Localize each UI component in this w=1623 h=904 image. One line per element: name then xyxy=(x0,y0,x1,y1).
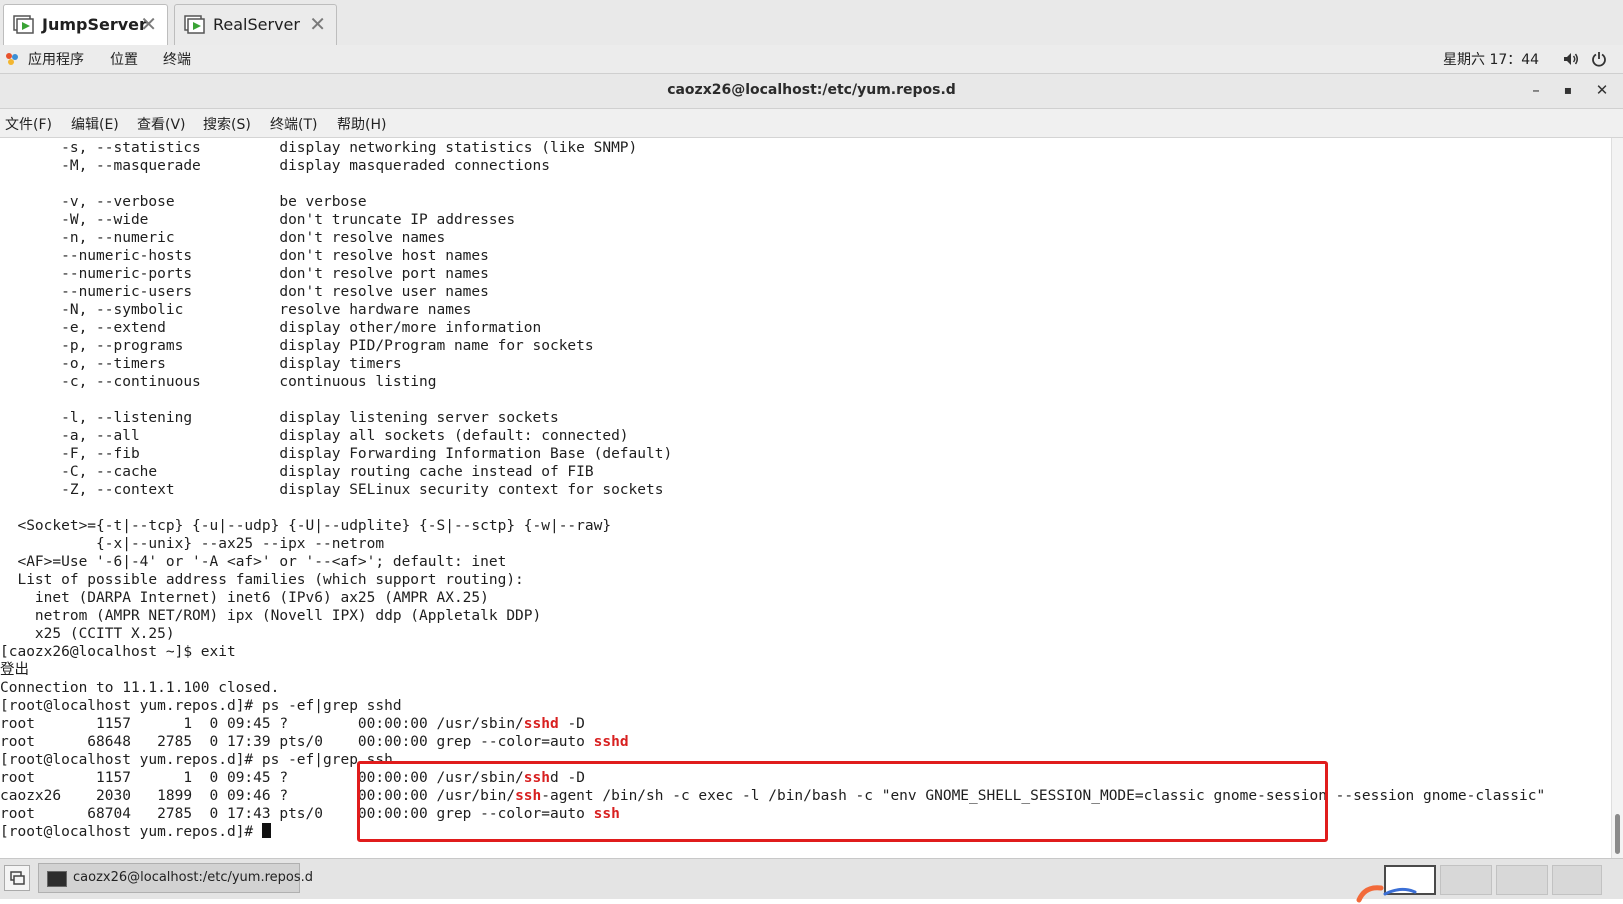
watermark-logo xyxy=(1356,885,1417,903)
grep-match-text: sshd xyxy=(523,716,559,732)
scrollbar-thumb[interactable] xyxy=(1615,814,1620,854)
clock[interactable]: 星期六 17：44 xyxy=(1443,49,1539,69)
terminal-line: [caozx26@localhost ~]$ exit xyxy=(0,644,236,660)
terminal-line: --numeric-ports don't resolve port names xyxy=(0,266,489,282)
close-icon[interactable]: ✕ xyxy=(309,12,326,36)
window-title: caozx26@localhost:/etc/yum.repos.d xyxy=(667,82,956,98)
workspace-4[interactable] xyxy=(1552,865,1602,895)
menu-places[interactable]: 位置 xyxy=(110,49,138,69)
terminal-line-rest: d -D xyxy=(550,770,585,786)
terminal-line: Connection to 11.1.1.100 closed. xyxy=(0,680,280,696)
terminal-line: root 1157 1 0 09:45 ? 00:00:00 /usr/sbin… xyxy=(0,716,524,732)
menu-view[interactable]: 查看(V) xyxy=(137,114,186,134)
menu-search[interactable]: 搜索(S) xyxy=(203,114,251,134)
terminal-line: -e, --extend display other/more informat… xyxy=(0,320,542,336)
power-icon[interactable] xyxy=(1591,51,1607,67)
grep-match-text: ssh xyxy=(593,806,620,822)
terminal-line: -c, --continuous continuous listing xyxy=(0,374,437,390)
workspace-3[interactable] xyxy=(1496,865,1548,895)
vm-icon xyxy=(184,15,205,34)
terminal-line: -Z, --context display SELinux security c… xyxy=(0,482,664,498)
terminal-output[interactable]: -s, --statistics display networking stat… xyxy=(0,138,1611,858)
menu-applications[interactable]: 应用程序 xyxy=(28,49,84,69)
terminal-line: -n, --numeric don't resolve names xyxy=(0,230,446,246)
terminal-line: -p, --programs display PID/Program name … xyxy=(0,338,594,354)
terminal-line: root 1157 1 0 09:45 ? 00:00:00 /usr/sbin… xyxy=(0,770,524,786)
show-desktop-button[interactable] xyxy=(4,865,30,891)
terminal-line: <Socket>={-t|--tcp} {-u|--udp} {-U|--udp… xyxy=(0,518,612,534)
vm-tab-realserver[interactable]: RealServer ✕ xyxy=(174,4,337,45)
grep-match-text: ssh xyxy=(523,770,550,786)
applications-icon xyxy=(6,53,18,65)
terminal-line: -W, --wide don't truncate IP addresses xyxy=(0,212,516,228)
vm-tab-label: JumpServer xyxy=(42,15,147,34)
menu-edit[interactable]: 编辑(E) xyxy=(71,114,119,134)
terminal-line: --numeric-hosts don't resolve host names xyxy=(0,248,489,264)
terminal-line: -o, --timers display timers xyxy=(0,356,402,372)
volume-icon[interactable] xyxy=(1563,51,1579,67)
menu-terminal-settings[interactable]: 终端(T) xyxy=(270,114,317,134)
vm-tab-jumpserver[interactable]: JumpServer ✕ xyxy=(3,4,168,45)
terminal-line: -C, --cache display routing cache instea… xyxy=(0,464,594,480)
show-desktop-icon xyxy=(10,871,25,885)
terminal-menu-bar: 文件(F) 编辑(E) 查看(V) 搜索(S) 终端(T) 帮助(H) xyxy=(0,109,1623,138)
terminal-line: -M, --masquerade display masqueraded con… xyxy=(0,158,550,174)
grep-match-text: ssh xyxy=(515,788,542,804)
taskbar-item-terminal[interactable]: caozx26@localhost:/etc/yum.repos.d xyxy=(38,863,313,893)
terminal-line: -l, --listening display listening server… xyxy=(0,410,559,426)
terminal-line: root 68648 2785 0 17:39 pts/0 00:00:00 g… xyxy=(0,734,594,750)
terminal-scrollbar[interactable] xyxy=(1611,138,1623,858)
terminal-line: <AF>=Use '-6|-4' or '-A <af>' or '--<af>… xyxy=(0,554,507,570)
vm-icon xyxy=(13,15,34,34)
terminal-line: inet (DARPA Internet) inet6 (IPv6) ax25 … xyxy=(0,590,489,606)
terminal-line: netrom (AMPR NET/ROM) ipx (Novell IPX) d… xyxy=(0,608,542,624)
terminal-line: [root@localhost yum.repos.d]# xyxy=(0,824,262,840)
terminal-cursor xyxy=(261,823,271,838)
workspace-2[interactable] xyxy=(1440,865,1492,895)
menu-terminal[interactable]: 终端 xyxy=(163,49,191,69)
terminal-line: List of possible address families (which… xyxy=(0,572,524,588)
terminal-line-rest: -D xyxy=(558,716,585,732)
taskbar-item-label: caozx26@localhost:/etc/yum.repos.d xyxy=(73,870,314,885)
terminal-line-rest: -agent /bin/sh -c exec -l /bin/bash -c "… xyxy=(541,788,1546,804)
menu-help[interactable]: 帮助(H) xyxy=(337,114,386,134)
terminal-line: -a, --all display all sockets (default: … xyxy=(0,428,629,444)
menu-file[interactable]: 文件(F) xyxy=(5,114,52,134)
terminal-line: --numeric-users don't resolve user names xyxy=(0,284,489,300)
terminal-line: -N, --symbolic resolve hardware names xyxy=(0,302,472,318)
terminal-icon xyxy=(47,871,67,887)
terminal-text: -s, --statistics display networking stat… xyxy=(0,139,1545,841)
terminal-line: {-x|--unix} --ax25 --ipx --netrom xyxy=(0,536,385,552)
minimize-button[interactable]: – xyxy=(1526,80,1546,100)
close-icon[interactable]: ✕ xyxy=(140,12,157,36)
terminal-line: -F, --fib display Forwarding Information… xyxy=(0,446,673,462)
gnome-top-panel: 应用程序 位置 终端 星期六 17：44 xyxy=(0,45,1623,74)
terminal-line: caozx26 2030 1899 0 09:46 ? 00:00:00 /us… xyxy=(0,788,516,804)
terminal-line: [root@localhost yum.repos.d]# ps -ef|gre… xyxy=(0,698,402,714)
terminal-line: 登出 xyxy=(0,662,29,678)
terminal-line: x25 (CCITT X.25) xyxy=(0,626,175,642)
vm-tab-label: RealServer xyxy=(213,15,300,34)
terminal-line: [root@localhost yum.repos.d]# ps -ef|gre… xyxy=(0,752,393,768)
vm-tab-bar: JumpServer ✕ RealServer ✕ xyxy=(0,0,1623,46)
terminal-line: -s, --statistics display networking stat… xyxy=(0,140,638,156)
close-button[interactable]: ✕ xyxy=(1592,80,1612,100)
terminal-line: -v, --verbose be verbose xyxy=(0,194,367,210)
terminal-line: root 68704 2785 0 17:43 pts/0 00:00:00 g… xyxy=(0,806,594,822)
maximize-button[interactable]: ▪ xyxy=(1558,80,1578,100)
grep-match-text: sshd xyxy=(593,734,629,750)
window-title-bar[interactable]: caozx26@localhost:/etc/yum.repos.d – ▪ ✕ xyxy=(0,74,1623,109)
